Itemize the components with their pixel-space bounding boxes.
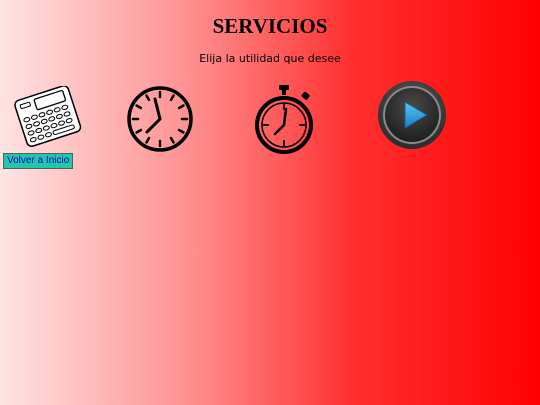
back-to-home-button[interactable]: Volver a Inicio	[3, 153, 74, 169]
play-button-icon[interactable]	[377, 80, 447, 150]
calculator-icon[interactable]	[12, 85, 84, 148]
stopwatch-icon[interactable]	[252, 83, 316, 155]
page-subtitle: Elija la utilidad que desee	[199, 52, 341, 65]
clock-icon[interactable]	[125, 84, 195, 154]
page-title: SERVICIOS	[212, 14, 328, 38]
